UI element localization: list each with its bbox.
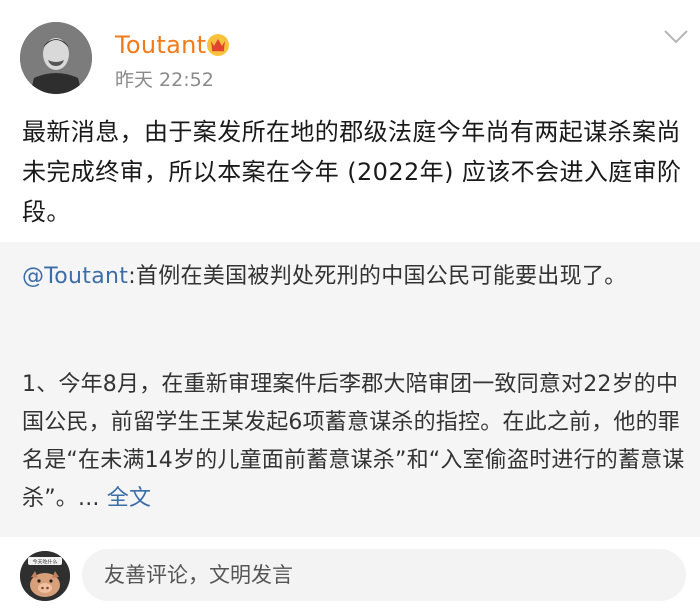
repost-card[interactable]: @Toutant:首例在美国被判处死刑的中国公民可能要出现了。 1、今年8月，在…: [0, 242, 700, 537]
vip-crown-icon[interactable]: [205, 32, 231, 56]
user-avatar-icon: 今天吃什么: [20, 551, 70, 601]
avatar-portrait-icon: [20, 22, 92, 94]
chevron-down-icon[interactable]: [663, 28, 689, 46]
repost-summary: @Toutant:首例在美国被判处死刑的中国公民可能要出现了。: [22, 258, 682, 296]
avatar-caption: 今天吃什么: [32, 558, 57, 565]
post-header: Toutant 昨天 22:52: [0, 0, 700, 100]
post-time: 昨天 22:52: [115, 69, 214, 91]
comment-input[interactable]: [82, 549, 686, 601]
author-avatar[interactable]: [20, 22, 92, 94]
comment-bar: 今天吃什么: [0, 537, 700, 615]
repost-detail: 1、今年8月，在重新审理案件后李郡大陪审团一致同意对22岁的中国公民，前留学生王…: [22, 366, 686, 518]
repost-summary-text: :首例在美国被判处死刑的中国公民可能要出现了。: [128, 264, 627, 289]
repost-mention-link[interactable]: @Toutant: [22, 264, 128, 289]
post-text: 最新消息，由于案发所在地的郡级法庭今年尚有两起谋杀案尚未完成终审，所以本案在今年…: [22, 118, 682, 226]
author-name[interactable]: Toutant: [115, 30, 206, 60]
user-avatar[interactable]: 今天吃什么: [20, 551, 70, 601]
full-text-link[interactable]: 全文: [107, 486, 151, 511]
